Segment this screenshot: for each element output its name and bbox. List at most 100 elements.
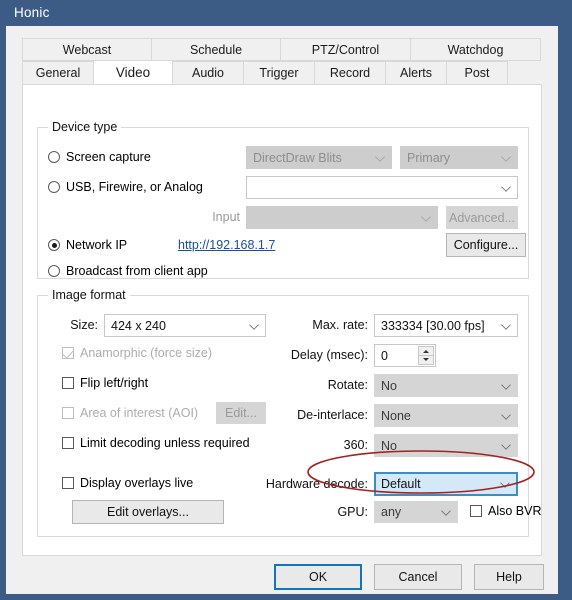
application-window: Honic Webcast Schedule PTZ/Control Watch… — [0, 0, 572, 600]
size-label: Size: — [70, 318, 98, 332]
delay-value: 0 — [381, 348, 388, 363]
checkbox-limit-decoding[interactable]: Limit decoding unless required — [62, 436, 250, 450]
hardware-decode-combo[interactable]: Default — [374, 472, 518, 496]
checkbox-box-icon — [62, 407, 74, 419]
tab-label: PTZ/Control — [311, 42, 380, 57]
screen-capture-monitor-combo[interactable]: Primary — [400, 146, 518, 169]
radio-label: Broadcast from client app — [66, 264, 208, 278]
dialog-footer: OK Cancel Help — [6, 556, 558, 594]
tab-schedule[interactable]: Schedule — [151, 38, 281, 61]
chevron-down-icon — [501, 439, 511, 450]
delay-spinner[interactable]: 0 — [374, 344, 436, 367]
rotate-combo[interactable]: No — [374, 374, 518, 397]
tab-record[interactable]: Record — [314, 61, 386, 84]
chevron-down-icon — [421, 211, 431, 222]
spinner-arrows[interactable] — [418, 346, 434, 365]
tab-label: Video — [115, 64, 151, 80]
tab-label: Record — [329, 66, 371, 80]
input-combo[interactable] — [246, 206, 438, 229]
video-tab-page: Device type Screen capture DirectDraw Bl… — [22, 84, 542, 556]
window-title-bar: Honic — [0, 0, 572, 26]
checkbox-label: Anamorphic (force size) — [80, 346, 212, 360]
screen-capture-method-combo[interactable]: DirectDraw Blits — [246, 146, 392, 169]
checkbox-display-overlays-live[interactable]: Display overlays live — [62, 476, 193, 490]
ok-button-label: OK — [308, 570, 328, 584]
image-format-group: Image format Size: 424 x 240 Anamorphic … — [37, 288, 542, 537]
radio-network-ip[interactable]: Network IP — [48, 238, 127, 252]
checkbox-box-icon — [62, 347, 74, 359]
gpu-combo[interactable]: any — [374, 501, 458, 523]
hardware-decode-label: Hardware decode: — [265, 477, 368, 491]
tab-label: Webcast — [62, 42, 112, 57]
configure-button-label: Configure... — [453, 238, 519, 252]
radio-screen-capture[interactable]: Screen capture — [48, 150, 151, 164]
checkbox-label: Display overlays live — [80, 476, 194, 490]
gpu-value: any — [381, 505, 402, 519]
deinterlace-label: De-interlace: — [297, 408, 368, 422]
rotate-value: No — [381, 378, 397, 393]
configure-button[interactable]: Configure... — [446, 233, 526, 257]
checkbox-anamorphic[interactable]: Anamorphic (force size) — [62, 346, 212, 360]
checkbox-flip-left-right[interactable]: Flip left/right — [62, 376, 148, 390]
radio-dot-icon — [48, 181, 60, 193]
ok-button[interactable]: OK — [274, 564, 362, 590]
network-ip-url-link[interactable]: http://192.168.1.7 — [178, 238, 275, 252]
max-rate-combo[interactable]: 333334 [30.00 fps] — [374, 314, 518, 337]
device-type-group-title: Device type — [48, 120, 122, 134]
tab-row-top: Webcast Schedule PTZ/Control Watchdog — [22, 38, 542, 61]
checkbox-box-icon — [470, 505, 482, 517]
chevron-down-icon — [501, 151, 511, 162]
image-format-group-title: Image format — [48, 288, 130, 302]
deinterlace-combo[interactable]: None — [374, 404, 518, 427]
tab-audio[interactable]: Audio — [172, 61, 244, 84]
edit-overlays-button[interactable]: Edit overlays... — [72, 500, 224, 524]
radio-broadcast-from-client-app[interactable]: Broadcast from client app — [48, 264, 208, 278]
tab-watchdog[interactable]: Watchdog — [410, 38, 541, 61]
help-button[interactable]: Help — [474, 564, 544, 590]
chevron-down-icon — [375, 151, 385, 162]
tab-video[interactable]: Video — [93, 60, 173, 84]
cancel-button-label: Cancel — [398, 570, 438, 584]
threesixty-combo[interactable]: No — [374, 434, 518, 457]
tab-webcast[interactable]: Webcast — [22, 38, 152, 61]
screen-capture-method-value: DirectDraw Blits — [253, 150, 342, 165]
chevron-down-icon — [501, 181, 511, 192]
max-rate-value: 333334 [30.00 fps] — [381, 318, 485, 333]
tab-alerts[interactable]: Alerts — [385, 61, 447, 84]
cancel-button[interactable]: Cancel — [374, 564, 462, 590]
checkbox-label: Flip left/right — [80, 376, 149, 390]
tab-ptz-control[interactable]: PTZ/Control — [280, 38, 411, 61]
checkbox-label: Area of interest (AOI) — [80, 406, 199, 420]
checkbox-box-icon — [62, 477, 74, 489]
hardware-decode-value: Default — [381, 477, 421, 491]
usb-device-combo[interactable] — [246, 176, 518, 199]
radio-dot-icon — [48, 239, 60, 251]
tab-label: Watchdog — [447, 42, 504, 57]
chevron-down-icon — [501, 379, 511, 390]
advanced-button-label: Advanced... — [448, 210, 515, 225]
tab-trigger[interactable]: Trigger — [243, 61, 315, 84]
advanced-button[interactable]: Advanced... — [446, 206, 518, 229]
spinner-down-icon[interactable] — [419, 356, 433, 364]
checkbox-box-icon — [62, 437, 74, 449]
chevron-down-icon — [501, 409, 511, 420]
tab-label: Trigger — [259, 66, 299, 80]
tab-post[interactable]: Post — [446, 61, 508, 84]
radio-label: Screen capture — [66, 150, 151, 164]
tab-general[interactable]: General — [22, 61, 94, 84]
radio-usb-firewire-analog[interactable]: USB, Firewire, or Analog — [48, 180, 203, 194]
delay-label: Delay (msec): — [290, 348, 368, 362]
max-rate-label: Max. rate: — [312, 318, 368, 332]
spinner-up-icon[interactable] — [419, 347, 433, 356]
radio-label: USB, Firewire, or Analog — [66, 180, 203, 194]
tab-label: Post — [464, 66, 490, 80]
tab-label: Alerts — [400, 66, 432, 80]
checkbox-also-bvr[interactable]: Also BVR — [470, 504, 542, 518]
window-title: Honic — [14, 5, 50, 20]
tab-label: General — [35, 66, 81, 80]
tab-label: Schedule — [189, 42, 243, 57]
chevron-down-icon — [441, 506, 451, 516]
checkbox-area-of-interest[interactable]: Area of interest (AOI) — [62, 406, 198, 420]
radio-dot-icon — [48, 151, 60, 163]
tab-label: Audio — [192, 66, 224, 80]
